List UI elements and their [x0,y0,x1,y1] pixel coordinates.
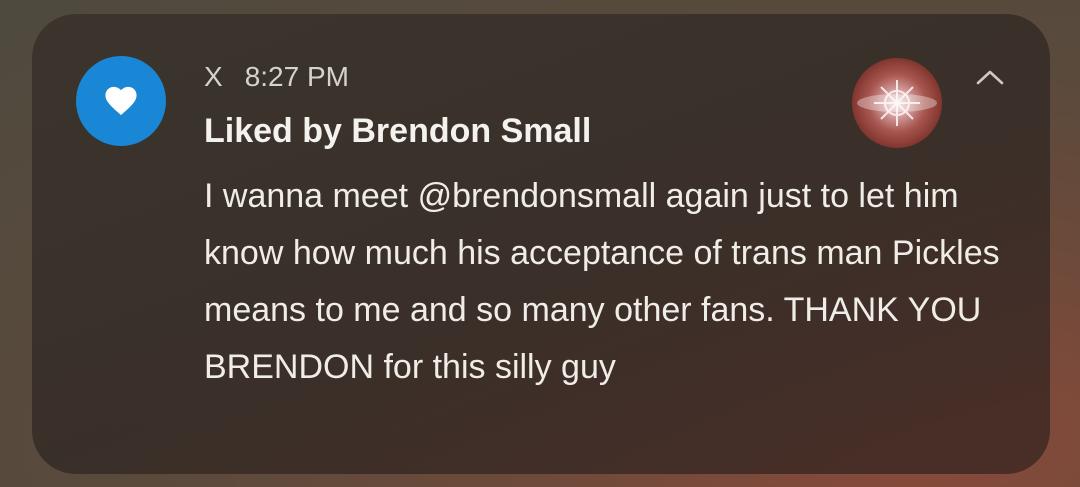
notification-card[interactable]: X 8:27 PM Liked by Brendon Small I wanna… [32,14,1050,474]
notification-time: 8:27 PM [244,61,349,92]
avatar [852,58,942,148]
notification-title: Liked by Brendon Small [204,112,592,150]
chevron-up-icon [976,70,1004,85]
notification-meta: X 8:27 PM [204,57,349,97]
collapse-button[interactable] [970,62,1010,92]
app-name: X [204,61,223,92]
notification-body: I wanna meet @brendonsmall again just to… [204,177,1000,386]
heart-icon [105,86,137,116]
like-app-icon [76,56,166,146]
avatar-emblem-icon [857,80,937,126]
